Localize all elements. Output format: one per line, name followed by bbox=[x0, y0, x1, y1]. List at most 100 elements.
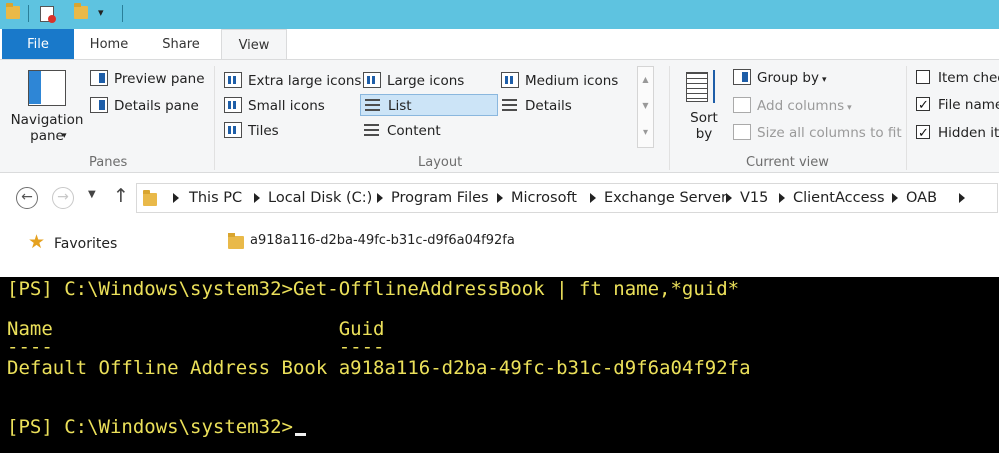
layout-details[interactable]: Details bbox=[501, 95, 572, 117]
toolbar-divider bbox=[122, 5, 123, 22]
tab-share[interactable]: Share bbox=[155, 29, 207, 60]
chevron-down-icon: ▾ bbox=[62, 131, 67, 141]
layout-list[interactable]: List bbox=[360, 94, 498, 116]
scroll-down-icon[interactable]: ▼ bbox=[638, 101, 653, 110]
breadcrumb-chevron-icon[interactable] bbox=[590, 193, 596, 203]
size-columns-icon bbox=[733, 124, 751, 140]
list-icon bbox=[364, 97, 382, 113]
breadcrumb-item[interactable]: V15 bbox=[740, 184, 768, 212]
breadcrumb-item[interactable]: OAB bbox=[906, 184, 937, 212]
layout-label: Medium icons bbox=[525, 73, 619, 89]
scroll-up-icon[interactable]: ▲ bbox=[638, 75, 653, 84]
sort-icon bbox=[684, 70, 724, 104]
checkbox[interactable] bbox=[916, 70, 930, 84]
new-folder-icon[interactable] bbox=[74, 3, 88, 19]
breadcrumb-item[interactable]: Local Disk (C:) bbox=[268, 184, 372, 212]
layout-medium-icons[interactable]: Medium icons bbox=[501, 70, 618, 92]
breadcrumb-chevron-icon[interactable] bbox=[497, 193, 503, 203]
layout-large-icons[interactable]: Large icons bbox=[363, 70, 464, 92]
breadcrumb-chevron-icon[interactable] bbox=[254, 193, 260, 203]
item-check-boxes-toggle[interactable]: Item chec bbox=[916, 67, 999, 89]
layout-label: Content bbox=[387, 123, 441, 139]
breadcrumb-item[interactable]: ClientAccess bbox=[793, 184, 885, 212]
back-arrow-icon[interactable]: ← bbox=[16, 187, 38, 209]
up-arrow-icon[interactable]: ↑ bbox=[113, 185, 129, 207]
breadcrumb-item[interactable]: Exchange Server bbox=[604, 184, 727, 212]
medium-icons-icon bbox=[501, 72, 519, 88]
address-bar[interactable]: This PC Local Disk (C:) Program Files Micro… bbox=[136, 183, 998, 213]
navigation-pane-label: Navigation pane bbox=[10, 112, 84, 144]
preview-pane-button[interactable]: Preview pane bbox=[90, 68, 205, 90]
powershell-console[interactable]: [PS] C:\Windows\system32>Get-OfflineAddr… bbox=[0, 277, 999, 453]
breadcrumb-chevron-icon[interactable] bbox=[959, 193, 965, 203]
group-by-icon bbox=[733, 69, 751, 85]
layout-label: Extra large icons bbox=[248, 73, 362, 89]
breadcrumb-item[interactable]: Microsoft bbox=[511, 184, 577, 212]
tab-home[interactable]: Home bbox=[84, 29, 134, 60]
properties-icon[interactable] bbox=[40, 6, 56, 23]
group-by-label: Group by bbox=[757, 70, 819, 86]
checkbox-label: File name bbox=[938, 97, 999, 113]
navigation-pane-icon bbox=[28, 70, 66, 106]
console-table-row: Default Offline Address Book a918a116-d2… bbox=[7, 357, 751, 379]
tab-view[interactable]: View bbox=[221, 29, 287, 60]
breadcrumb-item[interactable]: Program Files bbox=[391, 184, 489, 212]
details-pane-label: Details pane bbox=[114, 98, 199, 114]
preview-pane-icon bbox=[90, 70, 108, 86]
chevron-down-icon: ▾ bbox=[847, 103, 852, 113]
add-columns-button[interactable]: Add columns ▾ bbox=[733, 95, 852, 117]
console-prompt: [PS] C:\Windows\system32> bbox=[7, 416, 306, 438]
breadcrumb-chevron-icon[interactable] bbox=[377, 193, 383, 203]
add-columns-icon bbox=[733, 97, 751, 113]
content-icon bbox=[363, 122, 381, 138]
tab-file[interactable]: File bbox=[2, 29, 74, 60]
breadcrumb-item[interactable]: This PC bbox=[189, 184, 242, 212]
gallery-expand-icon[interactable]: ▾ bbox=[638, 127, 653, 138]
checkbox[interactable] bbox=[916, 95, 930, 117]
layout-content[interactable]: Content bbox=[363, 120, 441, 142]
breadcrumb-chevron-icon[interactable] bbox=[892, 193, 898, 203]
sort-by-button[interactable]: Sort by bbox=[680, 70, 728, 150]
console-command-line: [PS] C:\Windows\system32>Get-OfflineAddr… bbox=[7, 278, 740, 300]
chevron-down-icon: ▾ bbox=[821, 75, 827, 85]
sort-by-label: Sort by bbox=[690, 110, 718, 142]
details-icon bbox=[501, 97, 519, 113]
folder-icon bbox=[143, 190, 157, 206]
file-name-extensions-toggle[interactable]: File name bbox=[916, 94, 999, 117]
customize-toolbar-chevron-icon[interactable]: ▾ bbox=[98, 6, 104, 19]
details-pane-button[interactable]: Details pane bbox=[90, 95, 199, 117]
group-label-panes: Panes bbox=[89, 155, 128, 170]
layout-label: Tiles bbox=[248, 123, 279, 139]
group-label-layout: Layout bbox=[418, 155, 463, 170]
recent-locations-chevron-icon[interactable]: ▼ bbox=[88, 189, 96, 200]
star-icon: ★ bbox=[28, 231, 46, 253]
nav-item-favorites[interactable]: Favorites bbox=[54, 236, 117, 252]
checkbox[interactable] bbox=[916, 123, 930, 145]
breadcrumb-chevron-icon[interactable] bbox=[173, 193, 179, 203]
tiles-icon bbox=[224, 122, 242, 138]
hidden-items-toggle[interactable]: Hidden it bbox=[916, 122, 999, 145]
extra-large-icons-icon bbox=[224, 72, 242, 88]
navigation-pane-button[interactable]: Navigation pane ▾ bbox=[10, 68, 84, 148]
ribbon: Navigation pane ▾ Preview pane Details p… bbox=[0, 59, 999, 173]
preview-pane-label: Preview pane bbox=[114, 71, 205, 87]
checkbox-label: Item chec bbox=[938, 70, 999, 86]
content-area: ★ Favorites a918a116-d2ba-49fc-b31c-d9f6… bbox=[0, 223, 999, 277]
details-pane-icon bbox=[90, 97, 108, 113]
size-columns-label: Size all columns to fit bbox=[757, 125, 902, 141]
group-divider bbox=[214, 66, 215, 170]
layout-label: Large icons bbox=[387, 73, 465, 89]
large-icons-icon bbox=[363, 72, 381, 88]
forward-arrow-icon[interactable]: → bbox=[52, 187, 74, 209]
breadcrumb-chevron-icon[interactable] bbox=[779, 193, 785, 203]
layout-tiles[interactable]: Tiles bbox=[224, 120, 279, 142]
size-all-columns-button[interactable]: Size all columns to fit bbox=[733, 122, 902, 144]
group-by-button[interactable]: Group by ▾ bbox=[733, 67, 826, 89]
layout-extra-large-icons[interactable]: Extra large icons bbox=[224, 70, 361, 92]
layout-gallery-scrollbar[interactable]: ▲ ▼ ▾ bbox=[637, 66, 654, 148]
text-cursor bbox=[294, 433, 306, 436]
group-divider bbox=[906, 66, 907, 170]
folder-icon bbox=[228, 233, 244, 249]
layout-small-icons[interactable]: Small icons bbox=[224, 95, 325, 117]
file-list-item[interactable]: a918a116-d2ba-49fc-b31c-d9f6a04f92fa bbox=[250, 233, 515, 248]
